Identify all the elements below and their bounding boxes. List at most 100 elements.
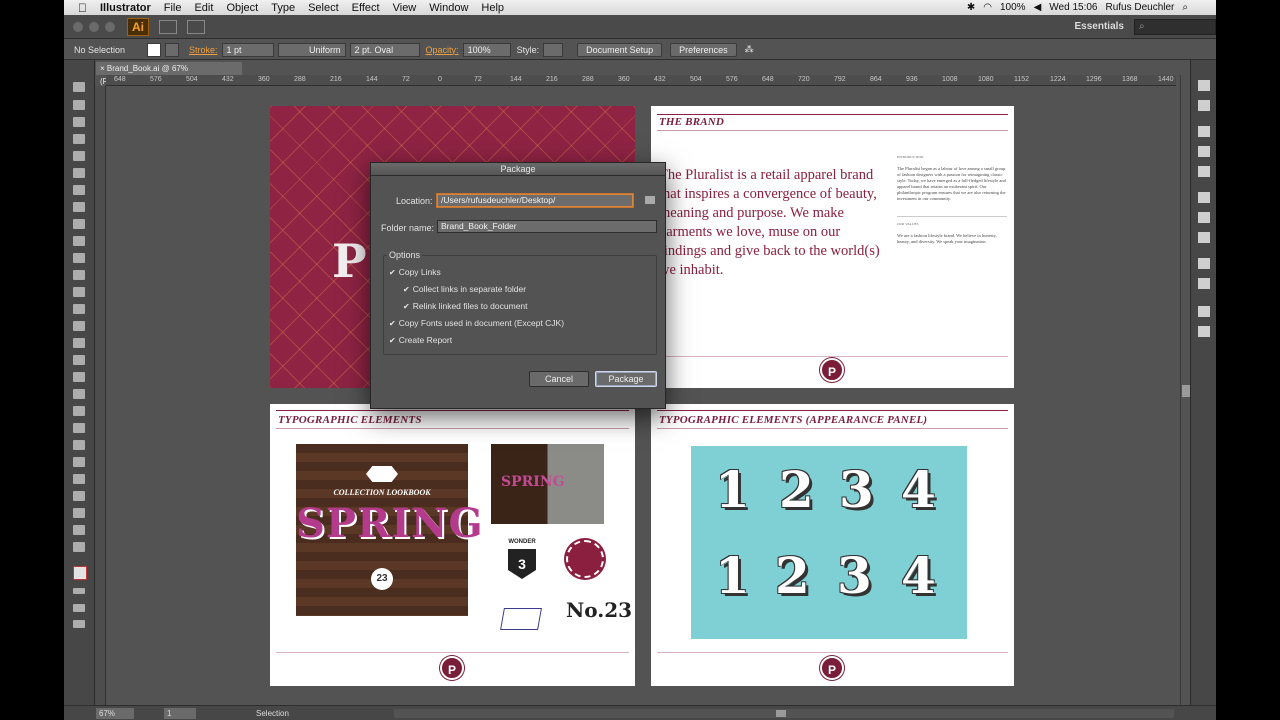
relink-files-checkbox[interactable]: ✔ Relink linked files to document: [403, 301, 528, 311]
layers-panel-icon[interactable]: [1198, 306, 1210, 317]
lasso-tool-icon[interactable]: [73, 134, 85, 144]
direct-selection-tool-icon[interactable]: [73, 100, 85, 110]
close-tab-icon[interactable]: ×: [100, 64, 107, 73]
zoom-tool-icon[interactable]: [73, 542, 85, 552]
collect-links-checkbox[interactable]: ✔ Collect links in separate folder: [403, 284, 526, 294]
volume-icon[interactable]: ◀: [1034, 2, 1042, 13]
arrange-documents-icon[interactable]: [187, 19, 205, 34]
eraser-tool-icon[interactable]: [73, 270, 85, 280]
artboard-typographic-elements[interactable]: TYPOGRAPHIC ELEMENTS COLLECTION LOOKBOOK…: [270, 404, 635, 686]
current-tool-status[interactable]: Selection: [256, 709, 289, 718]
free-transform-tool-icon[interactable]: [73, 338, 85, 348]
blob-brush-tool-icon[interactable]: [73, 253, 85, 263]
paintbrush-tool-icon[interactable]: [73, 219, 85, 229]
artboard-tool-icon[interactable]: [73, 491, 85, 501]
slice-tool-icon[interactable]: [73, 508, 85, 518]
opacity-label[interactable]: Opacity:: [426, 45, 459, 55]
type-tool-icon[interactable]: [73, 168, 85, 178]
artboards-panel-icon[interactable]: [1198, 326, 1210, 337]
vertical-scrollbar[interactable]: [1180, 75, 1190, 705]
stroke-swatch[interactable]: [165, 42, 180, 57]
shape-builder-tool-icon[interactable]: [73, 355, 85, 365]
graphic-styles-icon[interactable]: [1198, 278, 1210, 289]
document-tab[interactable]: × Brand_Book.ai @ 67% (RGB/Preview): [96, 62, 242, 86]
cancel-button[interactable]: Cancel: [529, 371, 589, 387]
spotlight-icon[interactable]: ⌕: [1182, 2, 1188, 13]
battery-percent[interactable]: 100%: [1000, 2, 1026, 13]
bluetooth-icon[interactable]: ✱: [967, 2, 975, 13]
gradient-tool-icon[interactable]: [73, 406, 85, 416]
rotate-tool-icon[interactable]: [73, 287, 85, 297]
package-button[interactable]: Package: [595, 371, 657, 387]
create-report-checkbox[interactable]: ✔ Create Report: [389, 335, 452, 345]
mesh-tool-icon[interactable]: [73, 389, 85, 399]
bridge-icon[interactable]: [159, 19, 177, 34]
minimize-window-icon[interactable]: [89, 21, 99, 32]
color-mode-icons[interactable]: [73, 588, 85, 594]
fill-color-swatch[interactable]: [73, 566, 87, 580]
rectangle-tool-icon[interactable]: [73, 202, 85, 212]
symbol-sprayer-tool-icon[interactable]: [73, 457, 85, 467]
copy-links-checkbox[interactable]: ✔ Copy Links: [389, 267, 441, 277]
zoom-level-field[interactable]: 67%: [96, 707, 134, 719]
stroke-weight-field[interactable]: 1 pt: [221, 42, 274, 57]
clock[interactable]: Wed 15:06: [1049, 2, 1097, 13]
screen-mode-icon[interactable]: [73, 620, 85, 628]
preferences-button[interactable]: Preferences: [670, 42, 737, 57]
user-name[interactable]: Rufus Deuchler: [1105, 2, 1174, 13]
column-graph-tool-icon[interactable]: [73, 474, 85, 484]
location-field[interactable]: /Users/rufusdeuchler/Desktop/: [437, 194, 633, 207]
artboard-appearance-panel[interactable]: TYPOGRAPHIC ELEMENTS (APPEARANCE PANEL) …: [651, 404, 1014, 686]
brush-definition[interactable]: 2 pt. Oval: [349, 42, 420, 57]
draw-mode-icon[interactable]: [73, 604, 85, 612]
magic-wand-tool-icon[interactable]: [73, 117, 85, 127]
scale-tool-icon[interactable]: [73, 304, 85, 314]
vertical-scroll-thumb[interactable]: [1182, 385, 1190, 397]
document-setup-button[interactable]: Document Setup: [577, 42, 663, 57]
wifi-icon[interactable]: ◠: [983, 2, 992, 13]
horizontal-scrollbar[interactable]: [394, 709, 1174, 718]
blend-tool-icon[interactable]: [73, 440, 85, 450]
close-window-icon[interactable]: [73, 21, 83, 32]
swatches-icon[interactable]: [1198, 126, 1210, 137]
horizontal-scroll-thumb[interactable]: [776, 710, 786, 717]
hand-tool-icon[interactable]: [73, 525, 85, 535]
menu-type[interactable]: Type: [271, 2, 295, 14]
menu-help[interactable]: Help: [481, 2, 504, 14]
menu-file[interactable]: File: [164, 2, 182, 14]
vertical-ruler[interactable]: [95, 86, 106, 706]
align-options-icon[interactable]: ⁂: [745, 44, 754, 55]
brushes-icon[interactable]: [1198, 146, 1210, 157]
copy-fonts-checkbox[interactable]: ✔ Copy Fonts used in document (Except CJK…: [389, 318, 564, 328]
zoom-window-icon[interactable]: [105, 21, 115, 32]
menu-edit[interactable]: Edit: [194, 2, 213, 14]
symbols-icon[interactable]: [1198, 166, 1210, 177]
menu-illustrator[interactable]: Illustrator: [100, 2, 151, 14]
menu-view[interactable]: View: [393, 2, 417, 14]
apple-menu-icon[interactable]: : [78, 1, 100, 15]
color-panel-icon[interactable]: [1198, 80, 1210, 91]
line-tool-icon[interactable]: [73, 185, 85, 195]
menu-select[interactable]: Select: [308, 2, 339, 14]
perspective-grid-tool-icon[interactable]: [73, 372, 85, 382]
search-input[interactable]: ⌕: [1134, 18, 1216, 35]
variable-width-profile[interactable]: Uniform: [277, 42, 346, 57]
eyedropper-tool-icon[interactable]: [73, 423, 85, 433]
stroke-label[interactable]: Stroke:: [189, 45, 218, 55]
transparency-panel-icon[interactable]: [1198, 232, 1210, 243]
folder-name-field[interactable]: Brand_Book_Folder: [437, 220, 657, 233]
artboard-navigation-field[interactable]: 1: [164, 707, 196, 719]
graphic-style-picker[interactable]: [543, 42, 564, 57]
folder-browse-icon[interactable]: [645, 196, 655, 204]
menu-window[interactable]: Window: [429, 2, 468, 14]
selection-tool-icon[interactable]: [73, 82, 85, 92]
gradient-panel-icon[interactable]: [1198, 212, 1210, 223]
stroke-panel-icon[interactable]: [1198, 192, 1210, 203]
fill-swatch[interactable]: [147, 42, 162, 57]
opacity-field[interactable]: 100%: [462, 42, 511, 57]
horizontal-ruler[interactable]: 648 576 504 432 360 288 216 144 72 0 72 144 216 288 36…: [106, 75, 1176, 86]
pencil-tool-icon[interactable]: [73, 236, 85, 246]
appearance-panel-icon[interactable]: [1198, 258, 1210, 269]
artboard-the-brand[interactable]: THE BRAND The Pluralist is a retail appa…: [651, 106, 1014, 388]
menu-object[interactable]: Object: [226, 2, 258, 14]
